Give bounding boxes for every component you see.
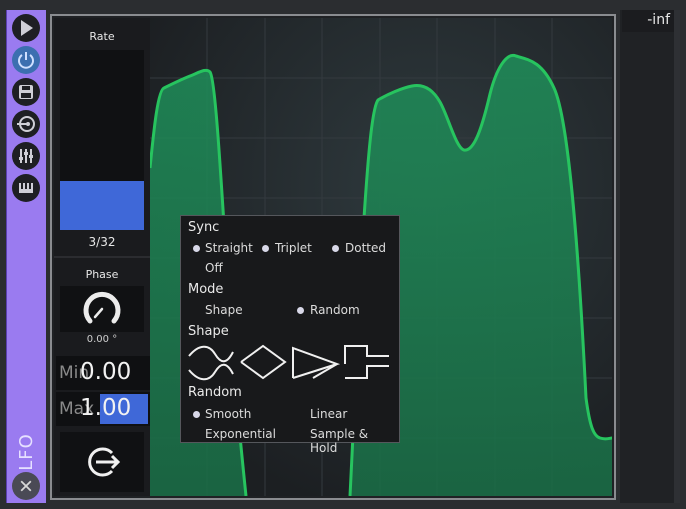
rate-slider-fill xyxy=(60,181,144,230)
radio-dot xyxy=(262,245,269,252)
lfo-settings-popup: Sync Straight Triplet Dotted Off Mode Sh… xyxy=(180,215,400,455)
keyboard-button[interactable] xyxy=(12,174,40,202)
power-icon xyxy=(18,52,34,69)
sliders-icon xyxy=(19,149,33,163)
triangle-shape-icon[interactable] xyxy=(240,344,287,380)
saw-shape-icon[interactable] xyxy=(292,346,341,379)
route-icon xyxy=(17,116,35,132)
play-icon xyxy=(21,20,33,36)
scrollbar[interactable] xyxy=(674,10,680,503)
max-value: 1.00 xyxy=(80,395,132,421)
random-option-smooth[interactable]: Smooth xyxy=(205,407,251,421)
save-button[interactable] xyxy=(12,78,40,106)
radio-dot xyxy=(193,245,200,252)
mode-option-random[interactable]: Random xyxy=(310,303,360,317)
device-title: LFO xyxy=(15,433,37,471)
sine-shape-icon[interactable] xyxy=(188,345,234,381)
random-option-linear[interactable]: Linear xyxy=(310,407,347,421)
next-device-panel xyxy=(620,10,680,503)
radio-dot xyxy=(332,245,339,252)
rate-slider[interactable] xyxy=(60,50,144,230)
mixer-button[interactable] xyxy=(12,142,40,170)
sync-option-off[interactable]: Off xyxy=(205,261,223,275)
divider xyxy=(54,256,150,258)
min-value: 0.00 xyxy=(80,359,132,385)
sync-option-dotted[interactable]: Dotted xyxy=(345,241,386,255)
shape-heading: Shape xyxy=(188,324,229,339)
mode-option-shape[interactable]: Shape xyxy=(205,303,243,317)
lfo-device: LFO Rate 3/32 Phase 0.00 ° Min 0.00 Max … xyxy=(0,0,686,509)
min-field[interactable]: Min 0.00 xyxy=(56,356,150,390)
rate-value: 3/32 xyxy=(88,235,116,249)
meter-readout: -inf xyxy=(622,10,674,32)
random-option-exponential[interactable]: Exponential xyxy=(205,427,276,441)
keyboard-icon xyxy=(19,183,33,193)
mode-heading: Mode xyxy=(188,282,224,297)
sync-option-straight[interactable]: Straight xyxy=(205,241,253,255)
phase-knob[interactable] xyxy=(60,286,144,332)
retrigger-button[interactable] xyxy=(60,432,144,492)
sync-option-triplet[interactable]: Triplet xyxy=(275,241,312,255)
close-icon xyxy=(20,480,32,492)
phase-knob-dial xyxy=(83,291,121,324)
device-sidebar: LFO xyxy=(6,10,46,503)
max-field[interactable]: Max 1.00 xyxy=(56,392,150,426)
rate-label: Rate xyxy=(89,30,115,43)
random-option-sample-hold[interactable]: Sample & Hold xyxy=(310,427,399,455)
control-column: Rate 3/32 Phase 0.00 ° Min 0.00 Max 1.00 xyxy=(54,18,150,496)
square-shape-icon[interactable] xyxy=(344,345,389,379)
random-heading: Random xyxy=(188,385,242,400)
play-button[interactable] xyxy=(12,14,40,42)
phase-value: 0.00 ° xyxy=(86,334,118,345)
close-button[interactable] xyxy=(12,472,40,500)
route-button[interactable] xyxy=(12,110,40,138)
shape-selector xyxy=(188,344,389,381)
radio-dot xyxy=(297,307,304,314)
save-icon xyxy=(19,85,33,99)
sync-heading: Sync xyxy=(188,220,220,235)
radio-dot xyxy=(193,411,200,418)
retrigger-icon xyxy=(88,447,121,477)
phase-label: Phase xyxy=(85,268,119,281)
power-button[interactable] xyxy=(12,46,40,74)
